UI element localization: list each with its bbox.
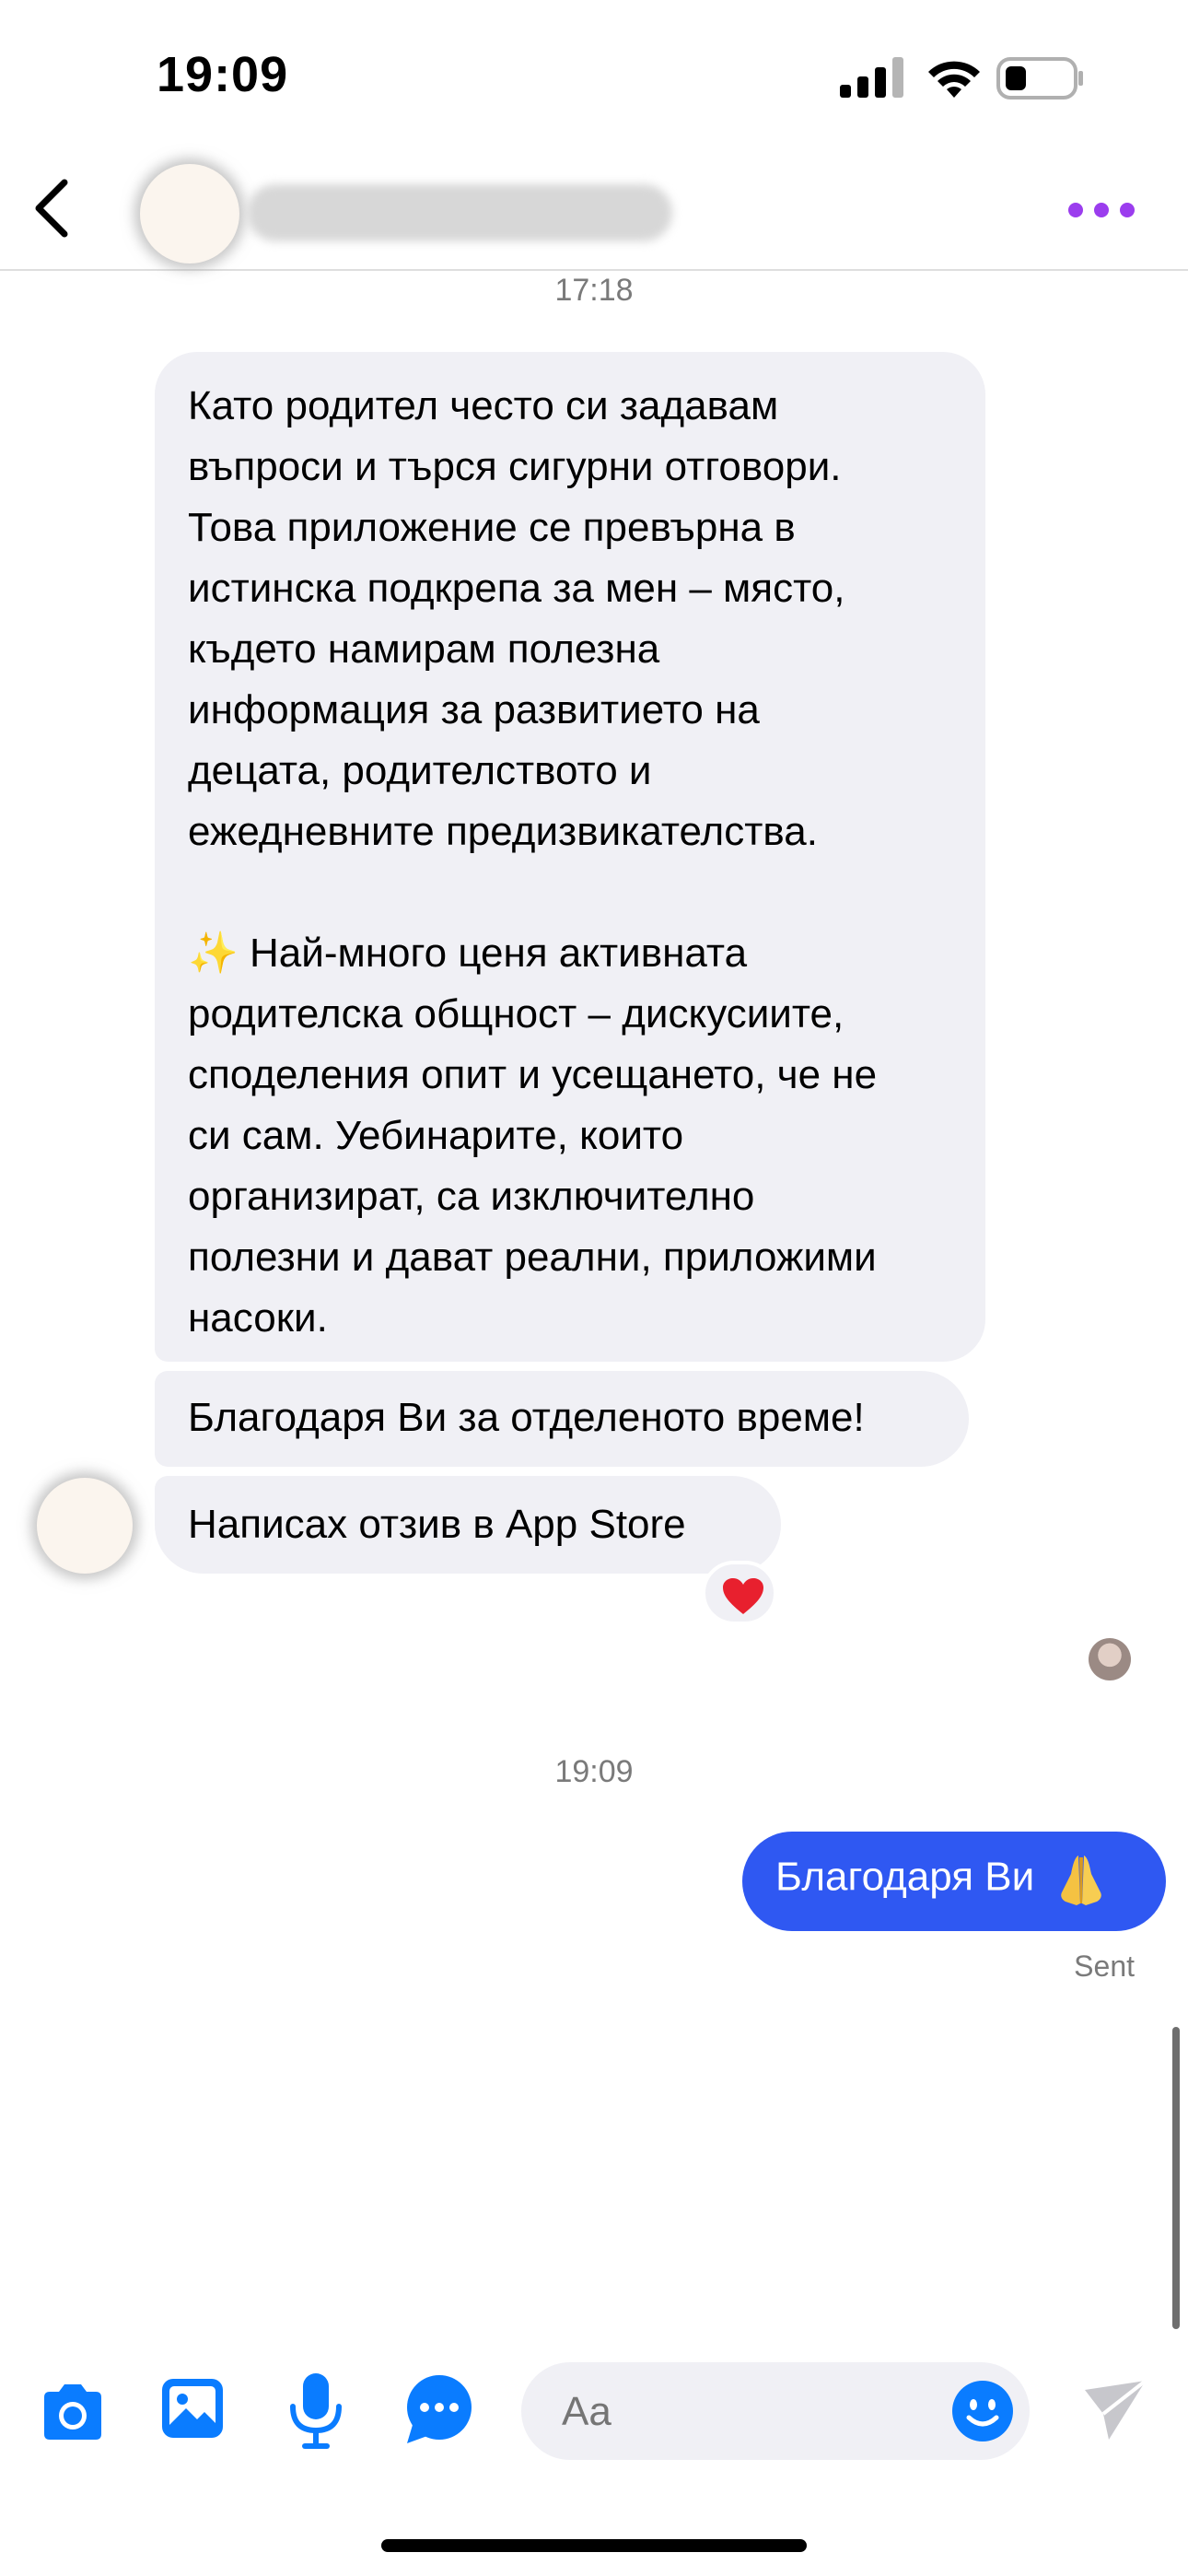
heart-icon: [723, 1578, 763, 1614]
outgoing-message-bubble[interactable]: Благодаря Ви: [742, 1832, 1166, 1931]
message-input[interactable]: [562, 2386, 912, 2438]
battery-icon: [996, 57, 1083, 100]
incoming-message-bubble[interactable]: Написах отзив в App Store: [155, 1476, 781, 1574]
sender-avatar[interactable]: [37, 1478, 133, 1574]
chat-bubble-icon[interactable]: [402, 2371, 477, 2447]
emoji-icon[interactable]: [950, 2379, 1015, 2443]
camera-icon[interactable]: [37, 2377, 109, 2449]
message-text: Като родител често си задавам въпроси и …: [188, 383, 878, 1341]
scrollbar[interactable]: [1172, 2027, 1180, 2329]
photo-gallery-icon[interactable]: [158, 2373, 227, 2443]
message-text: Благодаря Ви: [775, 1854, 1035, 1900]
cellular-signal-icon: [840, 57, 903, 98]
home-indicator: [381, 2539, 807, 2552]
sent-status-label: Sent: [1074, 1950, 1135, 1983]
incoming-message-bubble[interactable]: Благодаря Ви за отделеното време!: [155, 1371, 969, 1467]
microphone-icon[interactable]: [285, 2370, 346, 2451]
more-dots-icon[interactable]: [1059, 193, 1144, 227]
wifi-icon: [928, 61, 980, 98]
heart-reaction[interactable]: [702, 1561, 777, 1625]
status-time: 19:09: [157, 47, 289, 102]
send-icon[interactable]: [1081, 2377, 1149, 2443]
read-receipt-avatar: [1089, 1638, 1131, 1680]
back-chevron-icon[interactable]: [28, 175, 83, 241]
contact-avatar[interactable]: [140, 164, 239, 263]
message-timestamp: 17:18: [554, 273, 634, 308]
incoming-message-bubble[interactable]: Като родител често си задавам въпроси и …: [155, 352, 985, 1362]
folded-hands-emoji-icon: [1061, 1856, 1102, 1905]
contact-name-redacted[interactable]: [247, 184, 672, 241]
message-timestamp: 19:09: [554, 1754, 634, 1789]
